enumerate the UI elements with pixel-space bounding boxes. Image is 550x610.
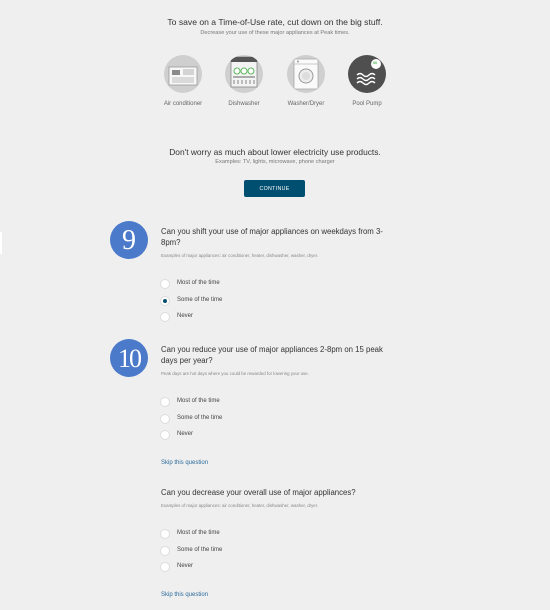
washer-dryer-icon — [287, 55, 325, 93]
option-label: Some of the time — [177, 415, 223, 421]
option-label: Some of the time — [177, 297, 223, 303]
radio-button[interactable] — [160, 397, 170, 407]
appliance-list: Air conditioner Dishwasher Washer/Dryer … — [156, 55, 396, 115]
option-label: Never — [177, 313, 194, 319]
skip-question-link[interactable]: Skip this question — [161, 460, 208, 466]
pool-pump-badge: $$ — [373, 61, 377, 65]
pool-pump-icon: $$ — [348, 55, 386, 93]
radio-button[interactable] — [160, 546, 170, 556]
appliance-label: Air conditioner — [163, 101, 203, 107]
question-number-badge: 9 — [110, 221, 148, 259]
option-label: Some of the time — [177, 547, 223, 553]
appliance-label: Washer/Dryer — [287, 101, 325, 107]
option-label: Most of the time — [177, 280, 220, 286]
intro-subhead: Decrease your use of these major applian… — [200, 30, 350, 36]
note-headline: Don't worry as much about lower electric… — [169, 147, 381, 157]
page: To save on a Time-of-Use rate, cut down … — [0, 0, 550, 610]
radio-button[interactable] — [160, 562, 170, 572]
question-hint: Examples of major appliances: air condit… — [161, 503, 319, 508]
option-label: Never — [177, 431, 194, 437]
appliance-label: Dishwasher — [228, 101, 260, 107]
option-label: Never — [177, 563, 194, 569]
air-conditioner-icon — [164, 55, 202, 93]
appliance-pool-pump: $$ Pool Pump — [337, 55, 397, 107]
edge-marker — [0, 232, 2, 254]
radio-button[interactable] — [160, 529, 170, 539]
intro-headline: To save on a Time-of-Use rate, cut down … — [167, 17, 383, 27]
dishwasher-icon — [225, 55, 263, 93]
question-hint: Examples of major appliances: air condit… — [161, 253, 319, 258]
radio-button[interactable] — [160, 414, 170, 424]
question-hint: Peak days are hot days where you could b… — [161, 371, 309, 376]
radio-button[interactable] — [160, 279, 170, 289]
radio-button[interactable] — [160, 312, 170, 322]
appliance-air-conditioner: Air conditioner — [153, 55, 213, 107]
question-title: Can you decrease your overall use of maj… — [161, 488, 356, 497]
radio-button-selected[interactable] — [160, 296, 170, 306]
question-title: Can you shift your use of major applianc… — [161, 227, 383, 247]
appliance-dishwasher: Dishwasher — [214, 55, 274, 107]
question-number-badge: 10 — [110, 339, 148, 377]
appliance-label: Pool Pump — [352, 101, 382, 107]
option-label: Most of the time — [177, 398, 220, 404]
option-label: Most of the time — [177, 530, 220, 536]
note-examples: Examples: TV, lights, microwave, phone c… — [215, 159, 335, 165]
continue-button[interactable]: CONTINUE — [244, 180, 305, 197]
radio-button[interactable] — [160, 430, 170, 440]
question-title: Can you reduce your use of major applian… — [161, 345, 383, 365]
appliance-washer-dryer: Washer/Dryer — [276, 55, 336, 107]
skip-question-link[interactable]: Skip this question — [161, 592, 208, 598]
